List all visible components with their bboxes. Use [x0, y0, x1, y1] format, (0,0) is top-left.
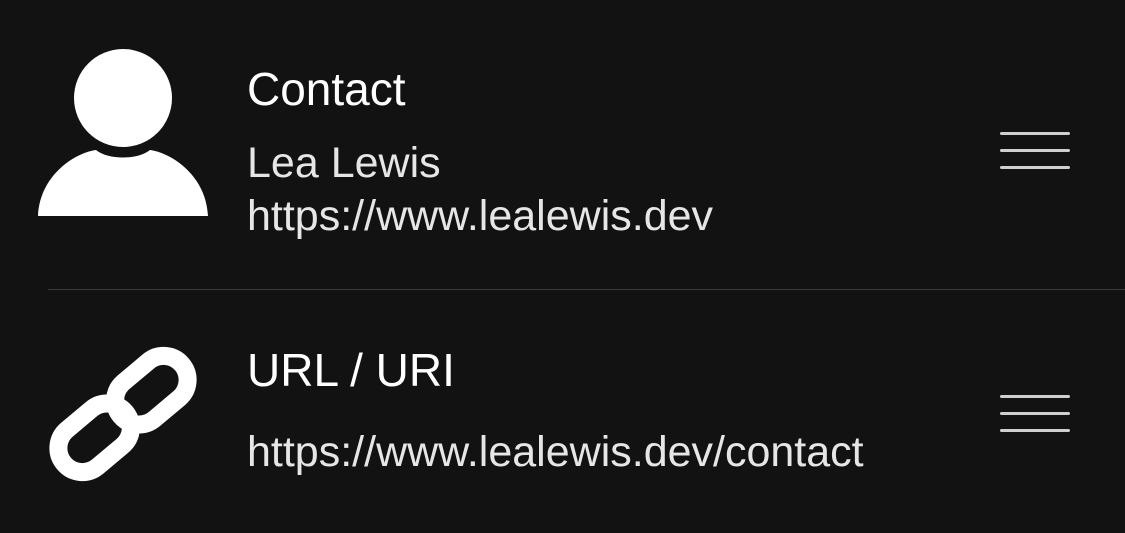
contact-url: https://www.lealewis.dev	[247, 192, 714, 240]
url-value: https://www.lealewis.dev/contact	[247, 428, 864, 476]
link-icon	[49, 346, 197, 482]
item-title: Contact	[247, 63, 406, 115]
contact-name: Lea Lewis	[247, 139, 441, 187]
person-icon	[38, 49, 208, 216]
list-item-contact[interactable]: Contact Lea Lewis https://www.lealewis.d…	[0, 0, 1125, 289]
item-title: URL / URI	[247, 344, 455, 396]
drag-handle-icon[interactable]	[1000, 395, 1070, 435]
drag-handle-icon[interactable]	[1000, 132, 1070, 172]
